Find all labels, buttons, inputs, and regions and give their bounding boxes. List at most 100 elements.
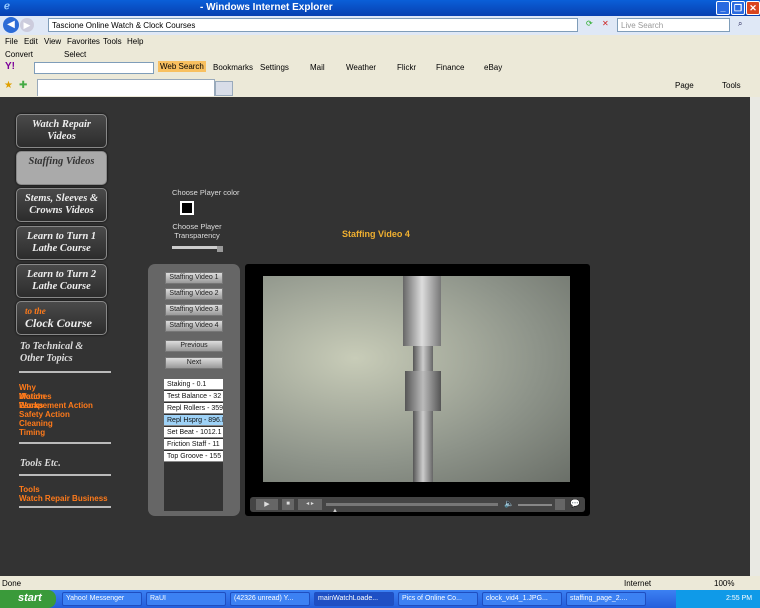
weather-button[interactable]: Weather (346, 63, 376, 72)
minimize-button[interactable]: _ (716, 1, 730, 15)
nav-learn-to-turn-2[interactable]: Learn to Turn 2 Lathe Course (16, 264, 107, 298)
settings-button[interactable]: Settings (260, 63, 289, 72)
nav-label: Learn to Turn 1 Lathe Course (26, 231, 97, 254)
convert-button[interactable]: Convert (5, 50, 33, 59)
nav-watch-repair-videos[interactable]: Watch Repair Videos (16, 114, 107, 148)
menu-favorites[interactable]: Favorites (67, 37, 100, 46)
chapter-item[interactable]: Top Groove - 155 (164, 451, 223, 462)
seek-marker-icon[interactable]: ▲ (332, 508, 338, 514)
rewind-icon[interactable]: ◂ ▸ (298, 499, 322, 510)
search-icon[interactable]: ⌕ (738, 19, 742, 29)
nav-clock-course[interactable]: to the Clock Course (16, 301, 107, 335)
start-label: start (18, 592, 42, 604)
link-cleaning[interactable]: Cleaning (19, 419, 53, 428)
video-frame[interactable] (263, 276, 570, 482)
back-button[interactable]: ◀ (3, 17, 19, 33)
video-title: Staffing Video 4 (342, 229, 410, 239)
bookmarks-button[interactable]: Bookmarks (213, 63, 253, 72)
nav-label: Stems, Sleeves & Crowns Videos (24, 193, 99, 216)
link-watch-repair-business[interactable]: Watch Repair Business (19, 494, 108, 503)
menu-file[interactable]: File (5, 37, 18, 46)
play-icon[interactable]: ▶ (256, 499, 278, 510)
link-tools[interactable]: Tools (19, 485, 40, 494)
chapter-item[interactable]: Friction Staff - 11 (164, 439, 223, 450)
transparency-slider-handle[interactable] (217, 246, 223, 252)
address-bar-row: ◀ ▶ Tascione Online Watch & Clock Course… (0, 16, 760, 35)
nav-label: Watch Repair Videos (31, 119, 92, 142)
url-text: Tascione Online Watch & Clock Courses (52, 21, 196, 30)
next-button[interactable]: Next (165, 357, 223, 369)
stop-icon[interactable]: ■ (282, 499, 294, 510)
select-button[interactable]: Select (64, 50, 86, 59)
taskbar-item[interactable]: mainWatchLoade... (314, 592, 394, 606)
favorites-star-icon[interactable]: ★ (4, 80, 13, 91)
tools-menu[interactable]: Tools (722, 81, 741, 90)
nav-staffing-videos[interactable]: Staffing Videos (16, 151, 107, 185)
vertical-scrollbar[interactable] (750, 97, 760, 576)
address-input[interactable]: Tascione Online Watch & Clock Courses (48, 18, 578, 32)
clock-label: Clock Course (25, 316, 93, 330)
menu-help[interactable]: Help (127, 37, 143, 46)
title-bar: ℯ - Windows Internet Explorer _ ❐ ✕ (0, 0, 760, 16)
chapter-item[interactable]: Repl Hsprg - 896.I (164, 415, 223, 426)
taskbar-item[interactable]: (42326 unread) Y... (230, 592, 310, 606)
chapter-item[interactable]: Repl Rollers - 359 (164, 403, 223, 414)
fullscreen-icon[interactable] (555, 499, 565, 510)
flickr-button[interactable]: Flickr (397, 63, 416, 72)
seek-bar[interactable] (326, 503, 498, 506)
web-search-button[interactable]: Web Search (158, 61, 206, 72)
nav-label: Learn to Turn 2 Lathe Course (26, 269, 97, 292)
menu-tools[interactable]: Tools (103, 37, 122, 46)
staffing-video-4-button[interactable]: Staffing Video 4 (165, 320, 223, 332)
security-zone: Internet (624, 579, 652, 588)
menu-bar: File Edit View Favorites Tools Help (0, 35, 760, 48)
taskbar-item[interactable]: Pics of Online Co... (398, 592, 478, 606)
nav-stems-sleeves-crowns[interactable]: Stems, Sleeves & Crowns Videos (16, 188, 107, 222)
chapter-list[interactable]: Staking - 0.1 Test Balance - 32 Repl Rolle… (164, 379, 223, 511)
stop-icon[interactable]: ✕ (602, 19, 609, 28)
chapter-item[interactable]: Staking - 0.1 (164, 379, 223, 390)
close-button[interactable]: ✕ (746, 1, 760, 15)
menu-edit[interactable]: Edit (24, 37, 38, 46)
menu-view[interactable]: View (44, 37, 61, 46)
search-input[interactable]: Live Search (617, 18, 730, 32)
browser-tab[interactable] (37, 79, 215, 96)
maximize-button[interactable]: ❐ (731, 1, 745, 15)
chapter-item[interactable]: Test Balance - 32 (164, 391, 223, 402)
yahoo-logo[interactable]: Y! (5, 61, 15, 72)
link-safety-action[interactable]: Safety Action (19, 410, 70, 419)
ebay-button[interactable]: eBay (484, 63, 502, 72)
transparency-slider[interactable] (172, 246, 222, 249)
link-timing[interactable]: Timing (19, 428, 45, 437)
staffing-video-2-button[interactable]: Staffing Video 2 (165, 288, 223, 300)
transparency-label: Choose Player Transparency (172, 222, 222, 240)
player-color-swatch[interactable] (180, 201, 194, 215)
new-tab-button[interactable] (215, 81, 233, 96)
volume-icon[interactable]: 🔈 (504, 499, 514, 508)
yahoo-search-input[interactable] (34, 62, 154, 74)
add-favorites-icon[interactable]: ✚ (19, 80, 27, 91)
staffing-video-1-button[interactable]: Staffing Video 1 (165, 272, 223, 284)
taskbar-item[interactable]: RaUI (146, 592, 226, 606)
zoom-level[interactable]: 100% (714, 579, 734, 588)
finance-button[interactable]: Finance (436, 63, 464, 72)
staffing-video-3-button[interactable]: Staffing Video 3 (165, 304, 223, 316)
taskbar-item[interactable]: clock_vid4_1.JPG... (482, 592, 562, 606)
chapter-item[interactable]: Set Beat - 1012.1 (164, 427, 223, 438)
nav-learn-to-turn-1[interactable]: Learn to Turn 1 Lathe Course (16, 226, 107, 260)
page-menu[interactable]: Page (675, 81, 694, 90)
forward-button[interactable]: ▶ (20, 18, 34, 32)
link-escapement-action[interactable]: Escapement Action (19, 401, 93, 410)
previous-button[interactable]: Previous (165, 340, 223, 352)
volume-slider[interactable] (518, 504, 552, 506)
taskbar-item[interactable]: Yahoo! Messenger (62, 592, 142, 606)
mail-button[interactable]: Mail (310, 63, 325, 72)
divider (19, 506, 111, 508)
search-placeholder: Live Search (621, 21, 664, 30)
video-staff-shape (413, 346, 433, 482)
video-controls: ▶ ■ ◂ ▸ 🔈 💬 (250, 497, 585, 512)
start-button[interactable]: start (0, 590, 56, 608)
refresh-icon[interactable]: ⟳ (586, 19, 593, 28)
captions-icon[interactable]: 💬 (570, 499, 580, 508)
taskbar-item[interactable]: staffing_page_2.... (566, 592, 646, 606)
